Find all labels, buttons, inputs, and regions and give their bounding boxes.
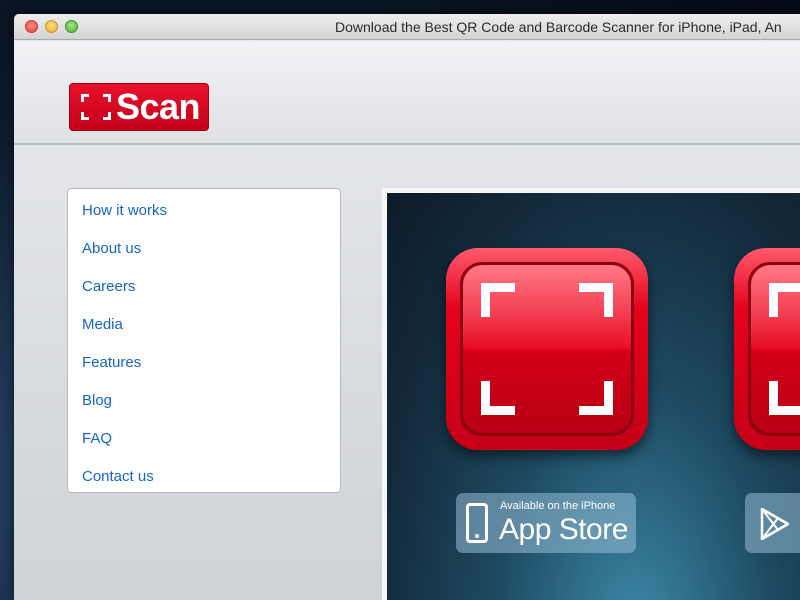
browser-window: Download the Best QR Code and Barcode Sc…	[14, 14, 800, 600]
nav-item-about-us[interactable]: About us	[68, 230, 340, 268]
title-bar[interactable]: Download the Best QR Code and Barcode Sc…	[14, 14, 800, 40]
site-header: Scan	[14, 41, 800, 145]
logo-text: Scan	[116, 86, 201, 127]
minimize-window-button[interactable]	[45, 20, 58, 33]
nav-item-features[interactable]: Features	[68, 344, 340, 382]
app-store-badge[interactable]: Available on the iPhone App Store	[456, 493, 636, 553]
scan-brackets-icon	[81, 94, 111, 120]
scan-app-icon-secondary	[734, 248, 800, 450]
maximize-window-button[interactable]	[65, 20, 78, 33]
nav-item-how-it-works[interactable]: How it works	[68, 192, 340, 230]
iphone-icon	[466, 503, 488, 543]
nav-item-blog[interactable]: Blog	[68, 382, 340, 420]
nav-item-careers[interactable]: Careers	[68, 268, 340, 306]
hero-image: Available on the iPhone App Store	[387, 193, 800, 600]
google-play-badge[interactable]	[745, 493, 800, 553]
app-store-badge-caption: Available on the iPhone	[500, 500, 616, 512]
window-title: Download the Best QR Code and Barcode Sc…	[335, 19, 782, 35]
app-store-badge-title: App Store	[499, 513, 628, 546]
google-play-icon	[760, 507, 790, 541]
nav-item-media[interactable]: Media	[68, 306, 340, 344]
close-window-button[interactable]	[25, 20, 38, 33]
scan-app-icon	[446, 248, 648, 450]
nav-item-contact-us[interactable]: Contact us	[68, 458, 340, 496]
sidebar-nav: How it works About us Careers Media Feat…	[67, 188, 341, 493]
nav-item-faq[interactable]: FAQ	[68, 420, 340, 458]
hero-banner: Available on the iPhone App Store	[382, 188, 800, 600]
scan-logo[interactable]: Scan	[69, 83, 209, 131]
